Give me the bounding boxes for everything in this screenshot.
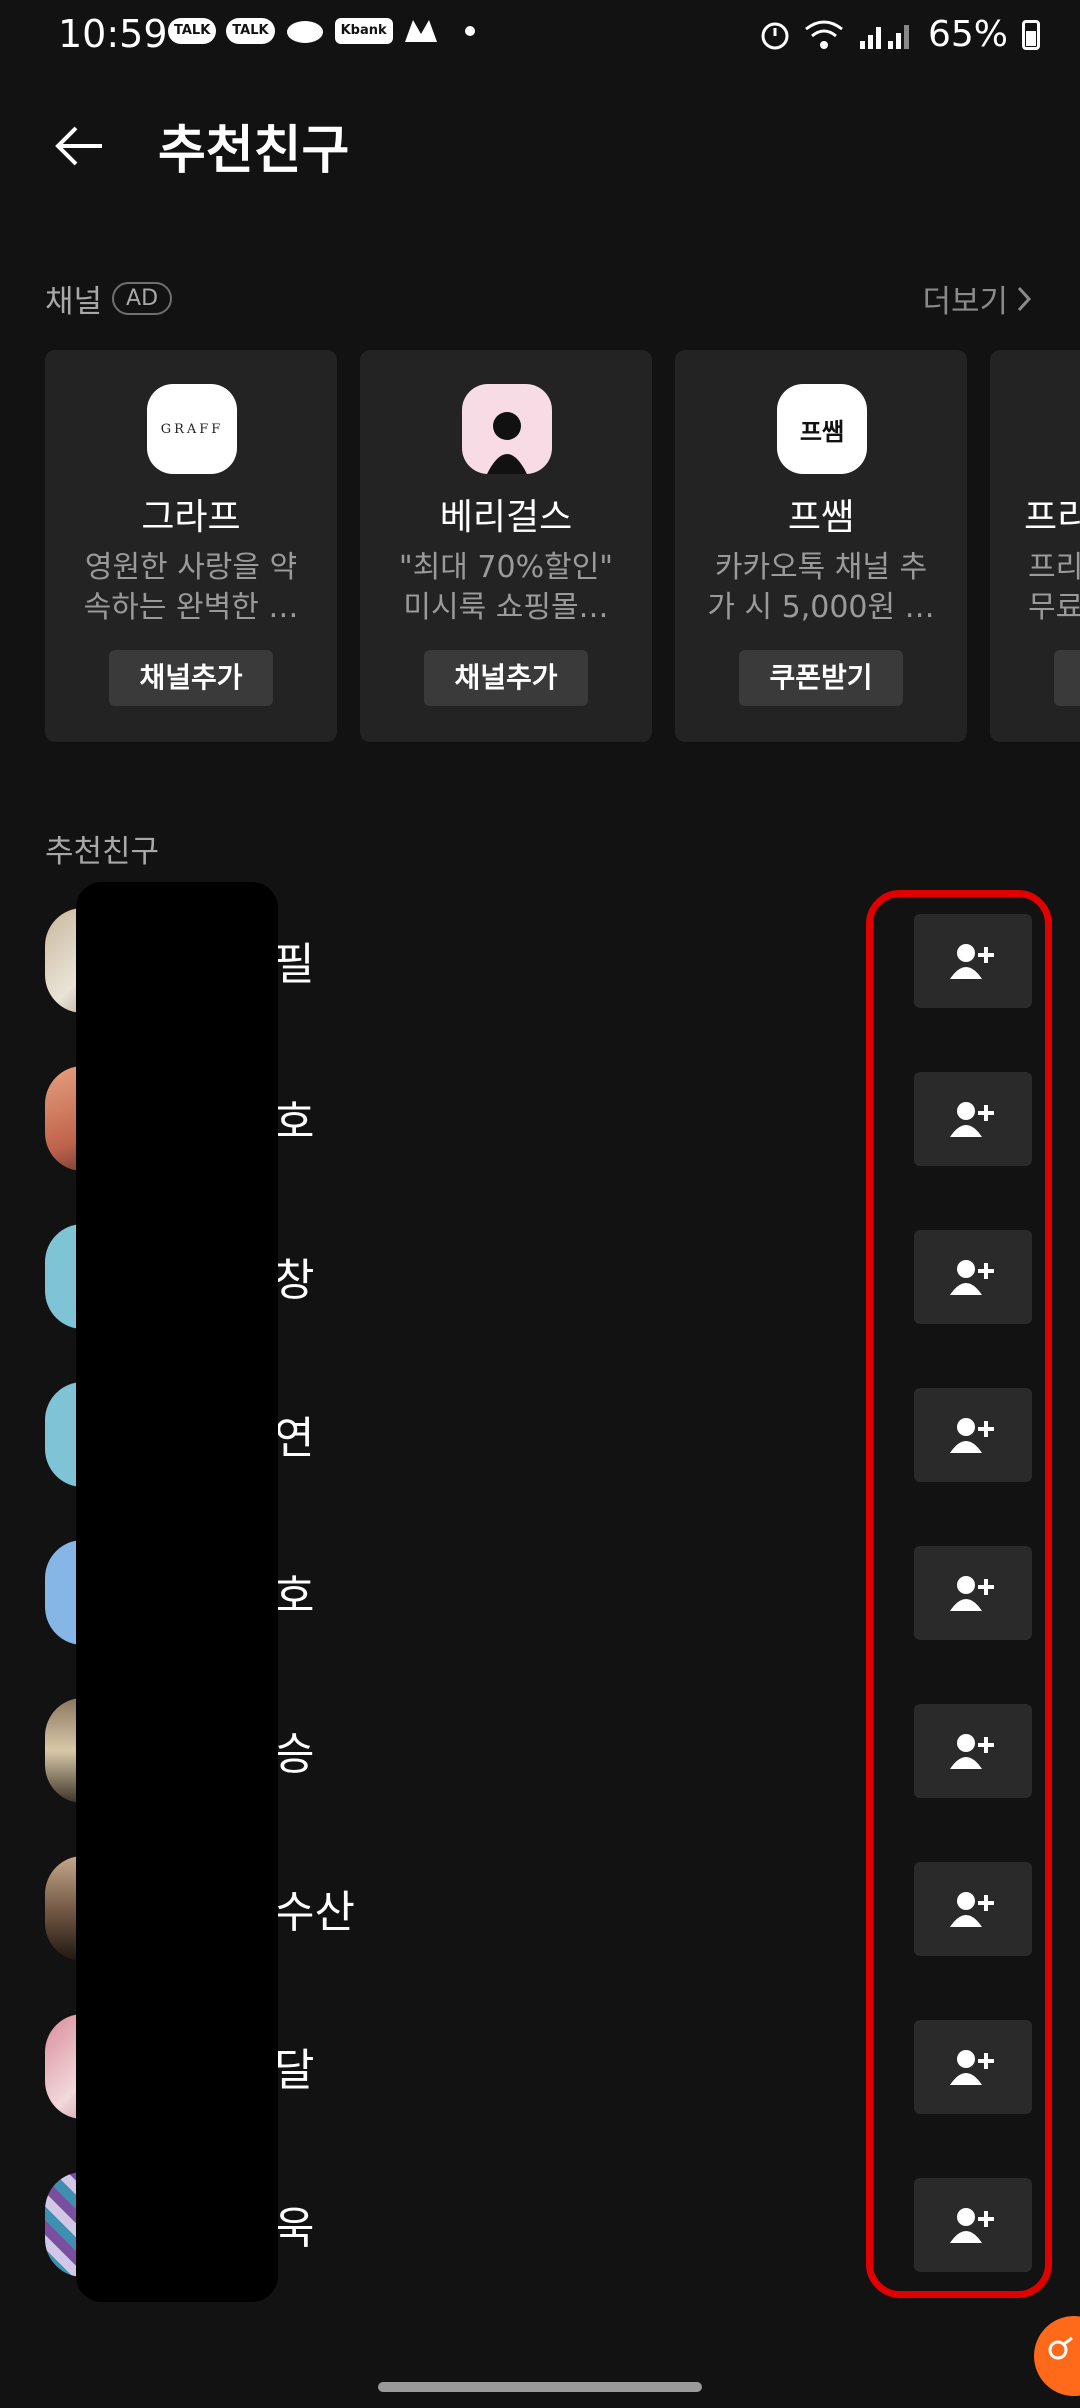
alarm-icon <box>761 22 789 49</box>
highlight-box <box>866 890 1052 2298</box>
home-indicator[interactable] <box>378 2382 702 2392</box>
channel-description: 프리 무료 <box>1028 550 1080 625</box>
channel-name: 베리걸스 <box>439 497 573 538</box>
channel-section-label: 채널 AD <box>45 276 173 321</box>
friend-name: 필 <box>274 939 315 990</box>
kakaotalk-notification-icon-2: TALK <box>226 18 275 44</box>
kbank-notification-icon: Kbank <box>334 18 393 44</box>
channel-button-partial[interactable] <box>1054 650 1080 706</box>
channel-description: "최대 70%할인" 미시룩 쇼핑몰… <box>398 550 614 625</box>
channel-carousel[interactable]: GRAFF 그라프 영원한 사랑을 약 속하는 완벽한 … 채널추가 베리걸스 … <box>45 350 1080 742</box>
game-icon <box>404 20 437 42</box>
redaction-block <box>76 882 278 2302</box>
back-arrow-icon[interactable] <box>50 116 110 176</box>
friend-name: 연 <box>274 1413 315 1464</box>
add-channel-button[interactable]: 채널추가 <box>109 650 273 706</box>
ad-badge: AD <box>112 282 173 315</box>
channel-name: 그라프 <box>141 497 241 538</box>
more-label: 더보기 <box>922 284 1008 320</box>
friend-name: 수산 <box>274 1887 355 1938</box>
channel-name: 프리 <box>1024 497 1080 538</box>
status-right: 65% <box>760 14 1040 55</box>
kakaotalk-notification-icon: TALK <box>168 18 217 44</box>
link-icon <box>1048 2336 1073 2360</box>
friend-name: 달 <box>274 2045 315 2096</box>
friend-name: 호 <box>274 1097 315 1148</box>
channel-name: 프쌤 <box>787 497 855 538</box>
silhouette-icon <box>487 412 527 474</box>
status-bar: 10:59 TALK TALK Kbank 65% <box>0 0 1080 72</box>
channel-label-text: 채널 <box>45 284 103 320</box>
chevron-right-icon <box>1017 286 1032 311</box>
battery-percent: 65% <box>927 14 1008 55</box>
graff-logo-text: GRAFF <box>160 421 224 437</box>
psam-logo: 프쌤 <box>777 384 867 474</box>
battery-icon <box>1022 19 1040 50</box>
floating-action-button[interactable] <box>1034 2316 1080 2396</box>
channel-card[interactable]: 베리걸스 "최대 70%할인" 미시룩 쇼핑몰… 채널추가 <box>360 350 652 742</box>
wifi-icon <box>805 20 843 49</box>
friend-name: 창 <box>274 1255 315 1306</box>
psam-logo-text: 프쌤 <box>799 417 845 446</box>
channel-description: 카카오톡 채널 추 가 시 5,000원 … <box>707 550 935 625</box>
add-channel-button[interactable]: 채널추가 <box>424 650 588 706</box>
channel-card[interactable]: 프쌤 프쌤 카카오톡 채널 추 가 시 5,000원 … 쿠폰받기 <box>675 350 967 742</box>
more-channels-link[interactable]: 더보기 <box>922 276 1032 321</box>
get-coupon-button[interactable]: 쿠폰받기 <box>739 650 903 706</box>
cloud-icon <box>286 21 323 43</box>
notification-icons: TALK TALK Kbank <box>168 16 475 46</box>
channel-description: 영원한 사랑을 약 속하는 완벽한 … <box>83 550 299 625</box>
graff-logo: GRAFF <box>147 384 237 474</box>
friend-name: 승 <box>274 1729 315 1780</box>
channel-card[interactable]: GRAFF 그라프 영원한 사랑을 약 속하는 완벽한 … 채널추가 <box>45 350 337 742</box>
berrygirls-logo <box>462 384 552 474</box>
signal-icon <box>859 24 909 49</box>
status-time: 10:59 <box>58 12 168 56</box>
channel-card-partial[interactable]: 프리 프리 무료 <box>990 350 1080 742</box>
friend-name: 욱 <box>274 2203 315 2254</box>
page-title: 추천친구 <box>158 121 350 181</box>
friend-name: 호 <box>274 1571 315 1622</box>
more-notifications-dot <box>464 26 475 36</box>
friends-section-label: 추천친구 <box>45 834 160 870</box>
